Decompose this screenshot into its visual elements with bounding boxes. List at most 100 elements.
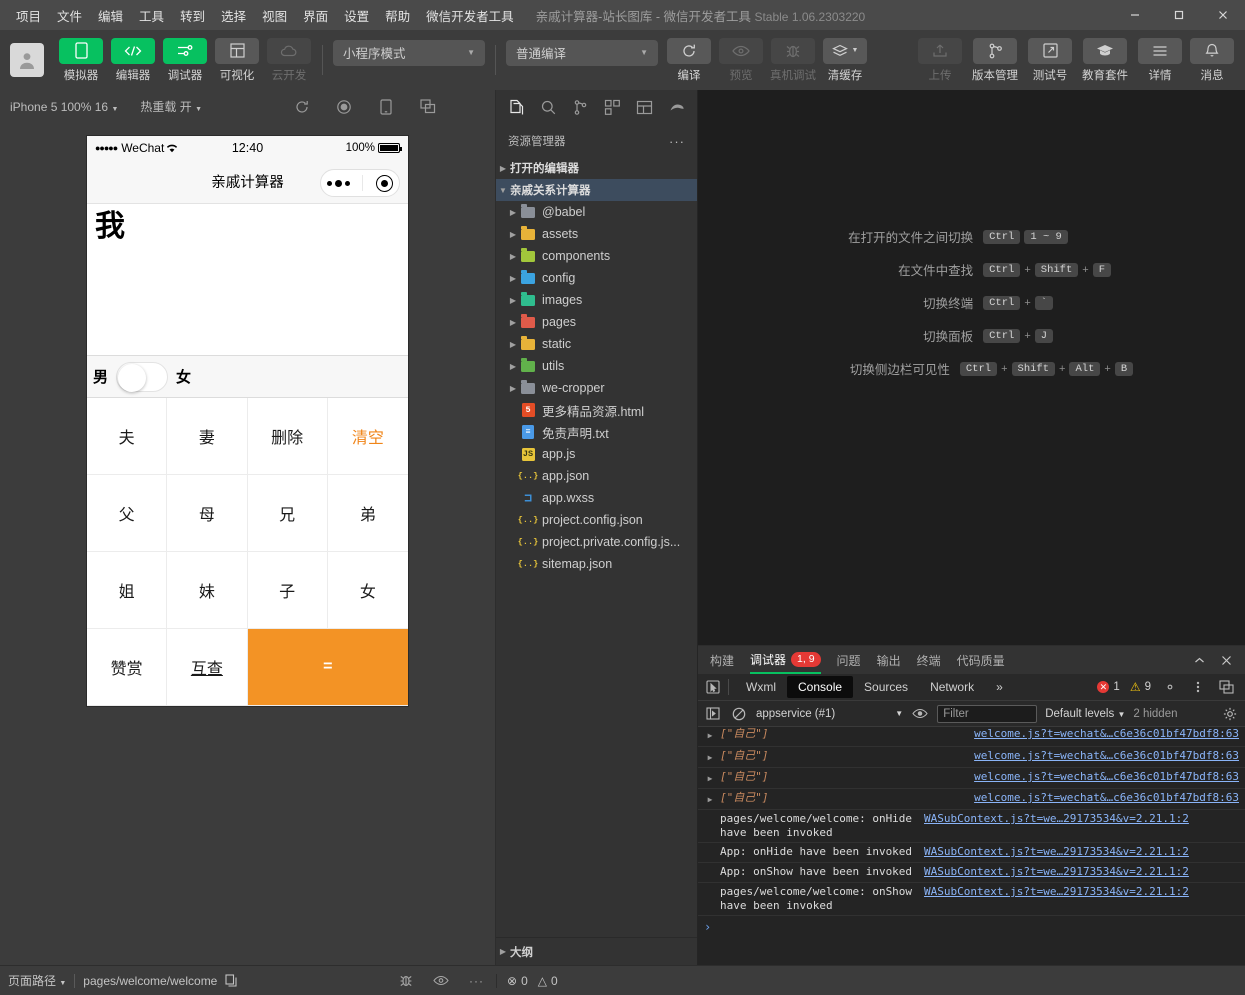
record-icon[interactable]: [335, 98, 353, 116]
menu-item-devtools[interactable]: 微信开发者工具: [418, 2, 522, 29]
close-icon[interactable]: [1220, 654, 1233, 667]
extensions-icon[interactable]: [597, 92, 629, 124]
scm-icon[interactable]: [564, 92, 596, 124]
tree-item-config[interactable]: ▶ config: [496, 267, 697, 289]
tree-item-project-config[interactable]: ▶ {..} project.config.json: [496, 509, 697, 531]
console-context-select[interactable]: appservice (#1) ▼: [756, 708, 903, 720]
rotate-icon[interactable]: [293, 98, 311, 116]
warning-count[interactable]: ⚠ 9: [1130, 680, 1151, 694]
toolbar-button-messages[interactable]: 消息: [1189, 37, 1235, 83]
key-elder-brother[interactable]: 兄: [247, 475, 328, 552]
outline-section[interactable]: ▶ 大纲: [496, 937, 697, 965]
minimize-button[interactable]: [1113, 0, 1157, 30]
toolbar-button-version[interactable]: 版本管理: [969, 37, 1021, 83]
toolbar-button-debugger[interactable]: 调试器: [162, 37, 208, 83]
expand-arrow-icon[interactable]: ▶: [704, 791, 716, 807]
key-daughter[interactable]: 女: [327, 552, 408, 629]
toolbar-button-editor[interactable]: 编辑器: [110, 37, 156, 83]
page-path-select[interactable]: 页面路径 ▼: [8, 972, 66, 989]
popout-icon[interactable]: [419, 98, 437, 116]
console-prompt[interactable]: ›: [698, 916, 1245, 938]
key-clear[interactable]: 清空: [327, 398, 408, 475]
plugin-icon[interactable]: [661, 92, 693, 124]
menu-item-select[interactable]: 选择: [213, 2, 254, 29]
log-source[interactable]: welcome.js?t=wechat&…c6e36c01bf47bdf8:63: [974, 770, 1239, 783]
menu-item-goto[interactable]: 转到: [172, 2, 213, 29]
tree-section-open-editors[interactable]: ▶ 打开的编辑器: [496, 157, 697, 179]
clear-icon[interactable]: [730, 707, 748, 721]
more-icon[interactable]: [327, 179, 351, 187]
toolbar-button-compile[interactable]: 编译: [666, 37, 712, 83]
more-icon[interactable]: ···: [469, 974, 484, 988]
inspect-icon[interactable]: [704, 680, 722, 694]
panel-tab-build[interactable]: 构建: [710, 646, 734, 674]
tree-item-txt[interactable]: ▶ ≡ 免责声明.txt: [496, 421, 697, 443]
toolbar-button-testid[interactable]: 测试号: [1027, 37, 1073, 83]
key-elder-sister[interactable]: 姐: [87, 552, 168, 629]
tab-console[interactable]: Console: [787, 676, 854, 698]
maximize-button[interactable]: [1157, 0, 1201, 30]
avatar[interactable]: [10, 43, 44, 77]
tree-item-images[interactable]: ▶ images: [496, 289, 697, 311]
key-equals[interactable]: =: [247, 629, 408, 706]
menu-item-view[interactable]: 视图: [254, 2, 295, 29]
key-mother[interactable]: 母: [167, 475, 248, 552]
dock-icon[interactable]: [1217, 680, 1235, 694]
log-source[interactable]: WASubContext.js?t=we…29173534&v=2.21.1:2: [924, 865, 1189, 878]
problems-indicator[interactable]: ⊗ 0 △ 0: [496, 973, 698, 988]
bug-icon[interactable]: [399, 973, 413, 988]
kebab-icon[interactable]: [1189, 680, 1207, 694]
tree-item-assets[interactable]: ▶ assets: [496, 223, 697, 245]
tree-item-app-wxss[interactable]: ▶ ⊐ app.wxss: [496, 487, 697, 509]
log-source[interactable]: WASubContext.js?t=we…29173534&v=2.21.1:2: [924, 885, 1189, 898]
menu-item-project[interactable]: 项目: [8, 2, 49, 29]
files-icon[interactable]: [500, 92, 532, 124]
expand-arrow-icon[interactable]: ▶: [704, 770, 716, 786]
eye-icon[interactable]: [911, 708, 929, 719]
tree-item-utils[interactable]: ▶ utils: [496, 355, 697, 377]
key-cross-query[interactable]: 互查: [167, 629, 248, 706]
explorer-more-icon[interactable]: ···: [669, 134, 685, 149]
error-count[interactable]: ✕ 1: [1097, 681, 1120, 693]
device-select[interactable]: iPhone 5 100% 16 ▼: [10, 100, 118, 114]
key-qi-wife[interactable]: 妻: [167, 398, 248, 475]
log-levels-select[interactable]: Default levels ▼: [1045, 708, 1125, 720]
search-icon[interactable]: [532, 92, 564, 124]
tree-item-pages[interactable]: ▶ pages: [496, 311, 697, 333]
toolbar-button-realdevice[interactable]: 真机调试: [770, 37, 816, 83]
toolbar-button-simulator[interactable]: 模拟器: [58, 37, 104, 83]
chevron-up-icon[interactable]: [1193, 654, 1206, 667]
menu-item-help[interactable]: 帮助: [377, 2, 418, 29]
panel-tab-codequality[interactable]: 代码质量: [957, 646, 1005, 674]
close-button[interactable]: [1201, 0, 1245, 30]
expand-arrow-icon[interactable]: ▶: [704, 749, 716, 765]
close-target-icon[interactable]: [375, 174, 393, 192]
menu-item-interface[interactable]: 界面: [295, 2, 336, 29]
compile-select[interactable]: 普通编译 ▼: [506, 39, 658, 66]
tree-item-components[interactable]: ▶ components: [496, 245, 697, 267]
console-sidebar-icon[interactable]: [704, 707, 722, 720]
tab-network[interactable]: Network: [919, 676, 985, 698]
key-younger-brother[interactable]: 弟: [327, 475, 408, 552]
key-reward[interactable]: 赞赏: [87, 629, 168, 706]
debug-icon[interactable]: [629, 92, 661, 124]
mode-select[interactable]: 小程序模式 ▼: [333, 39, 485, 66]
tree-item-static[interactable]: ▶ static: [496, 333, 697, 355]
panel-tab-terminal[interactable]: 终端: [917, 646, 941, 674]
tree-item-sitemap[interactable]: ▶ {..} sitemap.json: [496, 553, 697, 575]
panel-tab-output[interactable]: 输出: [877, 646, 901, 674]
eye-icon[interactable]: [433, 975, 449, 986]
capsule-button[interactable]: [320, 169, 400, 197]
tree-item-babel[interactable]: ▶ @babel: [496, 201, 697, 223]
menu-item-edit[interactable]: 编辑: [90, 2, 131, 29]
device-icon[interactable]: [377, 98, 395, 116]
key-fu-husband[interactable]: 夫: [87, 398, 168, 475]
toolbar-button-clearcache[interactable]: ▼ 清缓存: [822, 37, 868, 83]
toolbar-button-cloud[interactable]: 云开发: [266, 37, 312, 83]
menu-item-settings[interactable]: 设置: [336, 2, 377, 29]
key-younger-sister[interactable]: 妹: [167, 552, 248, 629]
panel-tab-debugger[interactable]: 调试器 1, 9: [750, 646, 821, 674]
log-source[interactable]: welcome.js?t=wechat&…c6e36c01bf47bdf8:63: [974, 727, 1239, 740]
toolbar-button-preview[interactable]: 预览: [718, 37, 764, 83]
toolbar-button-visualization[interactable]: 可视化: [214, 37, 260, 83]
